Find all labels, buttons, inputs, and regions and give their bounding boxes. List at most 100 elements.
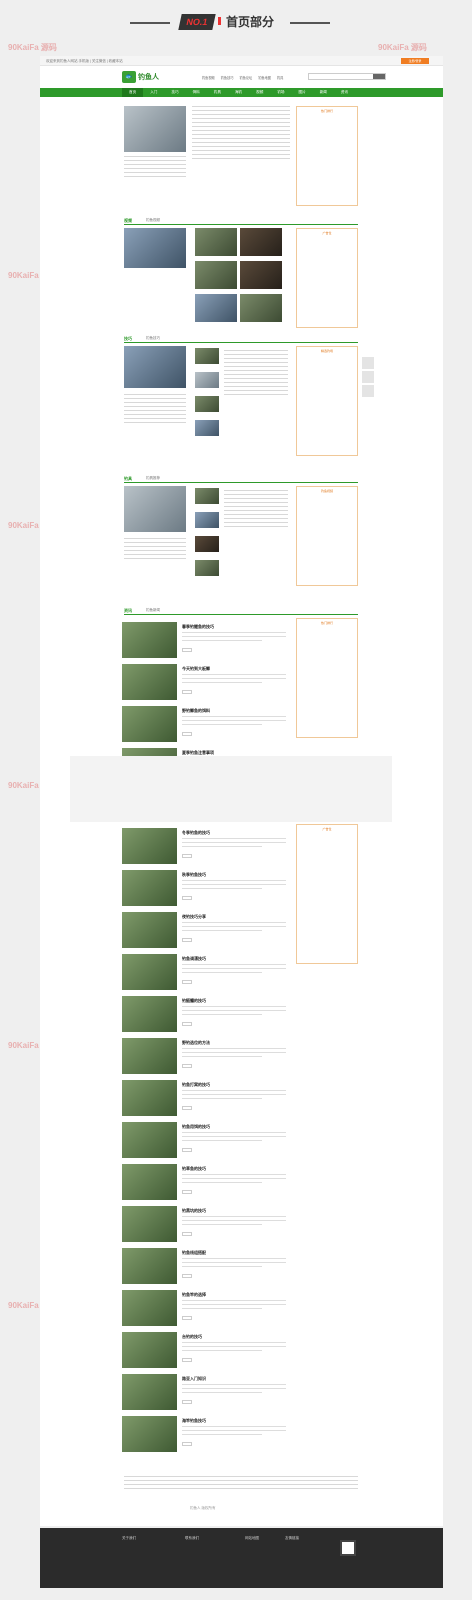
gear-thumb[interactable] — [195, 488, 219, 504]
section-subtitle[interactable]: 钓鱼技巧 — [146, 336, 160, 341]
nav-item-home[interactable]: 首页 — [122, 88, 144, 97]
hero-image[interactable] — [124, 106, 186, 152]
list-title[interactable]: 冬季钓鱼的技巧 — [182, 830, 210, 836]
list-item[interactable]: 钓鱼竿的选择 — [122, 1290, 292, 1330]
header-link[interactable]: 钓具 — [277, 75, 283, 80]
section-subtitle[interactable]: 钓鱼新闻 — [146, 608, 160, 613]
gear-main-image[interactable] — [124, 486, 186, 532]
more-button[interactable] — [182, 1064, 192, 1068]
more-button[interactable] — [182, 1148, 192, 1152]
more-button[interactable] — [182, 690, 192, 694]
list-title[interactable]: 夜钓技巧分享 — [182, 914, 206, 920]
list-item[interactable]: 夜钓技巧分享 — [122, 912, 292, 952]
footer-link[interactable]: 网站地图 — [245, 1536, 259, 1541]
gear-thumb[interactable] — [195, 536, 219, 552]
list-title[interactable]: 秋季钓鱼技巧 — [182, 872, 206, 878]
more-button[interactable] — [182, 1316, 192, 1320]
ad-slot[interactable]: 广告位 — [296, 228, 358, 328]
footer-link[interactable]: 联系我们 — [185, 1536, 199, 1541]
qr-icon[interactable] — [362, 357, 374, 369]
nav-item[interactable]: 资讯 — [334, 88, 355, 97]
footer-link[interactable]: 友情链接 — [285, 1536, 299, 1541]
list-title[interactable]: 钓黑坑的技巧 — [182, 1208, 206, 1214]
nav-item[interactable]: 饵料 — [186, 88, 207, 97]
video-main-image[interactable] — [124, 228, 186, 268]
more-button[interactable] — [182, 1022, 192, 1026]
list-title[interactable]: 路亚入门知识 — [182, 1376, 206, 1382]
site-logo[interactable]: 🐟 钓鱼人 — [122, 71, 159, 83]
footer-link[interactable]: 关于我们 — [122, 1536, 136, 1541]
nav-item[interactable]: 入门 — [143, 88, 164, 97]
video-thumb[interactable] — [195, 294, 237, 322]
list-title[interactable]: 钓鱼用饵的技巧 — [182, 1124, 210, 1130]
more-button[interactable] — [182, 896, 192, 900]
list-item[interactable]: 秋季钓鱼技巧 — [122, 870, 292, 910]
more-button[interactable] — [182, 1232, 192, 1236]
video-thumb[interactable] — [240, 261, 282, 289]
list-item[interactable]: 钓草鱼的技巧 — [122, 1164, 292, 1204]
list-title[interactable]: 钓鱼调漂技巧 — [182, 956, 206, 962]
more-button[interactable] — [182, 1190, 192, 1194]
list-item[interactable]: 今天钓到大板鲫 — [122, 664, 292, 704]
more-button[interactable] — [182, 1106, 192, 1110]
more-button[interactable] — [182, 732, 192, 736]
tech-thumb[interactable] — [195, 372, 219, 388]
back-to-top-icon[interactable] — [362, 385, 374, 397]
more-button[interactable] — [182, 1358, 192, 1362]
list-title[interactable]: 钓鱼打窝的技巧 — [182, 1082, 210, 1088]
more-button[interactable] — [182, 938, 192, 942]
list-item[interactable]: 钓鱼用饵的技巧 — [122, 1122, 292, 1162]
nav-item[interactable]: 钓场 — [270, 88, 291, 97]
list-title[interactable]: 野钓选位的方法 — [182, 1040, 210, 1046]
list-item[interactable]: 钓黑坑的技巧 — [122, 1206, 292, 1246]
nav-item[interactable]: 图片 — [292, 88, 313, 97]
list-title[interactable]: 钓鱼线组搭配 — [182, 1250, 206, 1256]
video-thumb[interactable] — [240, 294, 282, 322]
list-title[interactable]: 钓草鱼的技巧 — [182, 1166, 206, 1172]
list-title[interactable]: 野钓鲫鱼的饵料 — [182, 708, 210, 714]
list-title[interactable]: 台钓的技巧 — [182, 1334, 202, 1340]
nav-item[interactable]: 钓具 — [207, 88, 228, 97]
nav-item[interactable]: 新闻 — [313, 88, 334, 97]
ad-slot[interactable]: 精选钓场 — [296, 346, 358, 456]
list-item[interactable]: 钓鲢鳙的技巧 — [122, 996, 292, 1036]
search-input[interactable] — [308, 73, 386, 80]
header-link[interactable]: 钓鱼地图 — [258, 75, 271, 80]
list-item[interactable]: 钓鱼打窝的技巧 — [122, 1080, 292, 1120]
list-title[interactable]: 海竿钓鱼技巧 — [182, 1418, 206, 1424]
section-subtitle[interactable]: 钓鱼视频 — [146, 218, 160, 223]
more-button[interactable] — [182, 854, 192, 858]
more-button[interactable] — [182, 1274, 192, 1278]
search-button[interactable] — [373, 74, 385, 79]
video-thumb[interactable] — [195, 261, 237, 289]
list-item[interactable]: 野钓选位的方法 — [122, 1038, 292, 1078]
tech-thumb[interactable] — [195, 420, 219, 436]
nav-item[interactable]: 视频 — [249, 88, 270, 97]
more-button[interactable] — [182, 648, 192, 652]
video-thumb[interactable] — [195, 228, 237, 256]
nav-item[interactable]: 技巧 — [164, 88, 185, 97]
header-link[interactable]: 钓鱼技巧 — [221, 75, 234, 80]
section-subtitle[interactable]: 钓具推荐 — [146, 476, 160, 481]
list-title[interactable]: 钓鱼竿的选择 — [182, 1292, 206, 1298]
tech-thumb[interactable] — [195, 348, 219, 364]
list-item[interactable]: 钓鱼调漂技巧 — [122, 954, 292, 994]
gear-thumb[interactable] — [195, 512, 219, 528]
gear-thumb[interactable] — [195, 560, 219, 576]
more-button[interactable] — [182, 980, 192, 984]
list-item[interactable]: 钓鱼线组搭配 — [122, 1248, 292, 1288]
list-item[interactable]: 路亚入门知识 — [122, 1374, 292, 1414]
header-link[interactable]: 钓鱼视频 — [202, 75, 215, 80]
video-thumb[interactable] — [240, 228, 282, 256]
header-link[interactable]: 钓鱼论坛 — [240, 75, 253, 80]
list-title[interactable]: 春季钓鲤鱼的技巧 — [182, 624, 214, 630]
nav-item[interactable]: 海钓 — [228, 88, 249, 97]
more-button[interactable] — [182, 1442, 192, 1446]
tech-main-image[interactable] — [124, 346, 186, 388]
more-button[interactable] — [182, 1400, 192, 1404]
login-button[interactable]: 注册/登录 — [401, 58, 429, 64]
feedback-icon[interactable] — [362, 371, 374, 383]
list-item[interactable]: 野钓鲫鱼的饵料 — [122, 706, 292, 746]
list-item[interactable]: 春季钓鲤鱼的技巧 — [122, 622, 292, 662]
tech-thumb[interactable] — [195, 396, 219, 412]
